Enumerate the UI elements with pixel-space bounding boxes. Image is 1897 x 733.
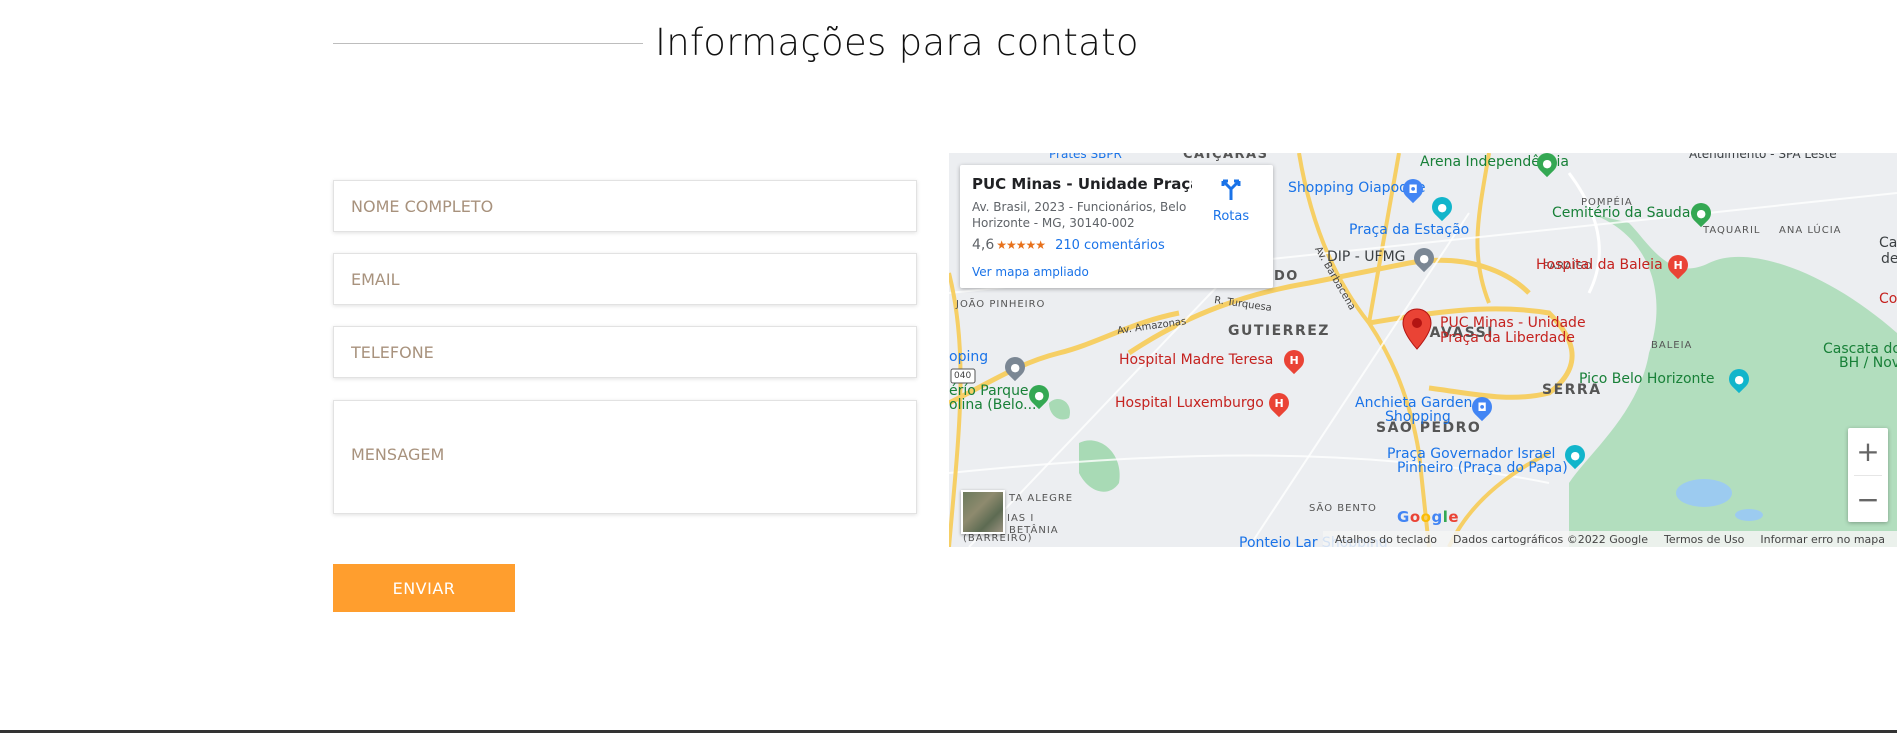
- email-input[interactable]: [334, 254, 916, 304]
- poi-label[interactable]: Hospital da Baleia: [1536, 257, 1663, 273]
- poi-label: Atendimento - SPA Leste: [1689, 153, 1837, 161]
- poi-label[interactable]: oping: [949, 349, 988, 365]
- name-field-wrapper: [333, 180, 917, 232]
- email-field-wrapper: [333, 253, 917, 305]
- zoom-controls: + −: [1848, 428, 1888, 522]
- poi-label[interactable]: DIP - UFMG: [1327, 249, 1406, 265]
- star-rating-icon: ★★★★★: [996, 238, 1046, 252]
- map-area-label: GUTIERREZ: [1228, 323, 1330, 339]
- embedded-map[interactable]: CAIÇARAS GUTIERREZ SAVASSI SERRA SÃO PED…: [949, 153, 1897, 547]
- message-field-wrapper: [333, 400, 917, 514]
- location-marker-icon[interactable]: [1402, 308, 1432, 354]
- zoom-out-button[interactable]: −: [1848, 476, 1888, 523]
- poi-label: de: [1881, 251, 1897, 267]
- poi-label[interactable]: Hospital Madre Teresa: [1119, 352, 1273, 368]
- directions-button[interactable]: Rotas: [1201, 179, 1261, 224]
- map-area-label: TAQUARIL: [1703, 225, 1761, 236]
- map-data-text: Dados cartográficos ©2022 Google: [1453, 532, 1648, 546]
- map-area-label: JOÃO PINHEIRO: [956, 299, 1046, 310]
- map-attribution: Atalhos do teclado Dados cartográficos ©…: [1322, 531, 1897, 547]
- poi-label[interactable]: Hospital Luxemburgo: [1115, 395, 1264, 411]
- poi-label[interactable]: Cemitério da Saudade: [1552, 205, 1708, 221]
- satellite-toggle-thumbnail[interactable]: [961, 490, 1005, 534]
- poi-label: Cobr: [1879, 291, 1897, 307]
- place-info-card: PUC Minas - Unidade Praça d... Av. Brasi…: [960, 165, 1273, 288]
- page-title: Informações para contato: [655, 20, 1139, 64]
- name-input[interactable]: [334, 181, 916, 231]
- heading-divider: [333, 42, 643, 44]
- road-label: 040: [954, 371, 972, 381]
- rating-value: 4,6: [972, 237, 995, 253]
- poi-label[interactable]: Praça da Estação: [1349, 222, 1469, 238]
- poi-label[interactable]: BH / Nova: [1839, 355, 1897, 371]
- map-area-label: CAIÇARAS: [1183, 153, 1269, 162]
- marker-label: Praça da Liberdade: [1440, 330, 1575, 346]
- message-textarea[interactable]: [334, 401, 916, 513]
- submit-button[interactable]: ENVIAR: [333, 564, 515, 612]
- zoom-in-button[interactable]: +: [1848, 428, 1888, 475]
- map-area-label: TA ALEGRE: [1009, 493, 1074, 504]
- view-larger-map-link[interactable]: Ver mapa ampliado: [972, 265, 1261, 279]
- report-error-link[interactable]: Informar erro no mapa: [1760, 533, 1885, 546]
- map-area-label: DO: [1274, 269, 1299, 284]
- poi-label: Ca: [1879, 235, 1897, 251]
- place-address: Av. Brasil, 2023 - Funcionários, Belo Ho…: [972, 200, 1187, 230]
- heading-row: Informações para contato: [333, 18, 1139, 66]
- poi-label[interactable]: olina (Belo...: [949, 397, 1037, 413]
- poi-label[interactable]: Pico Belo Horizonte: [1579, 371, 1715, 387]
- directions-label: Rotas: [1212, 209, 1250, 224]
- map-area-label: IAS I: [1007, 513, 1035, 524]
- map-area-label: ANA LÚCIA: [1779, 225, 1842, 236]
- map-area-label: BALEIA: [1651, 340, 1693, 351]
- phone-input[interactable]: [334, 327, 916, 377]
- poi-label[interactable]: Shopping: [1385, 409, 1451, 425]
- terms-link[interactable]: Termos de Uso: [1664, 533, 1744, 546]
- directions-icon: [1221, 179, 1241, 200]
- poi-label: Prates SBPR: [1049, 153, 1122, 161]
- map-area-label: (BARREIRO): [963, 533, 1033, 544]
- google-logo: Google: [1397, 508, 1460, 526]
- place-rating-row: 4,6 ★★★★★ 210 comentários: [972, 237, 1261, 253]
- poi-label[interactable]: Pinheiro (Praça do Papa): [1397, 460, 1568, 476]
- phone-field-wrapper: [333, 326, 917, 378]
- map-area-label: SÃO BENTO: [1309, 503, 1377, 514]
- keyboard-shortcuts-link[interactable]: Atalhos do teclado: [1335, 533, 1437, 546]
- contact-section: Informações para contato ENVIAR: [0, 0, 1897, 733]
- reviews-link[interactable]: 210 comentários: [1055, 238, 1165, 253]
- place-title: PUC Minas - Unidade Praça d...: [972, 175, 1192, 193]
- marker-label: PUC Minas - Unidade: [1440, 315, 1586, 331]
